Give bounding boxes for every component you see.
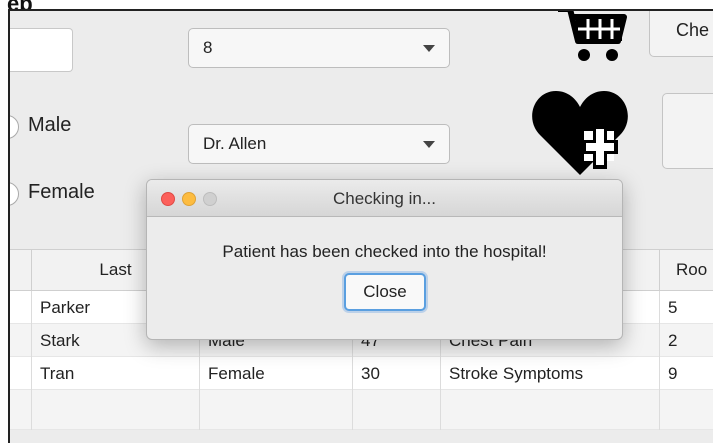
close-button[interactable]: Close bbox=[344, 273, 426, 311]
checkin-dialog: Checking in... Patient has been checked … bbox=[146, 179, 623, 340]
close-window-icon[interactable] bbox=[161, 192, 175, 206]
id-input[interactable] bbox=[10, 28, 73, 72]
radio-male-label: Male bbox=[28, 114, 72, 136]
check-in-button-label: Che bbox=[676, 20, 710, 40]
minimize-window-icon[interactable] bbox=[182, 192, 196, 206]
dialog-titlebar[interactable]: Checking in... bbox=[147, 180, 622, 217]
admit-button[interactable] bbox=[662, 93, 713, 169]
table-row[interactable] bbox=[10, 390, 713, 430]
cart-icon[interactable] bbox=[556, 9, 628, 65]
heart-plus-icon[interactable] bbox=[530, 83, 630, 183]
cell-room: 2 bbox=[668, 331, 678, 350]
check-in-button[interactable]: Che bbox=[649, 11, 713, 57]
dialog-title: Checking in... bbox=[333, 189, 436, 208]
doctor-select-value: Dr. Allen bbox=[203, 134, 267, 153]
dialog-message: Patient has been checked into the hospit… bbox=[222, 242, 547, 261]
room-select-value: 8 bbox=[203, 38, 213, 57]
radio-male[interactable] bbox=[10, 115, 19, 139]
cell-last: Tran bbox=[32, 357, 200, 390]
column-header-room[interactable]: Roo bbox=[660, 250, 713, 290]
chevron-down-icon bbox=[423, 141, 435, 148]
table-row[interactable]: Tran Female 30 Stroke Symptoms 9 bbox=[10, 357, 713, 390]
radio-female[interactable] bbox=[10, 182, 19, 206]
cell-age: 30 bbox=[353, 357, 441, 390]
cell-gender: Female bbox=[200, 357, 353, 390]
doctor-select[interactable]: Dr. Allen bbox=[188, 124, 450, 164]
cell-room: 5 bbox=[668, 298, 678, 317]
maximize-window-icon bbox=[203, 192, 217, 206]
radio-female-label: Female bbox=[28, 181, 95, 203]
cell-room: 9 bbox=[668, 364, 678, 383]
chevron-down-icon bbox=[423, 45, 435, 52]
cell-symptoms: Stroke Symptoms bbox=[441, 357, 660, 390]
room-select[interactable]: 8 bbox=[188, 28, 450, 68]
column-header[interactable] bbox=[10, 250, 32, 290]
